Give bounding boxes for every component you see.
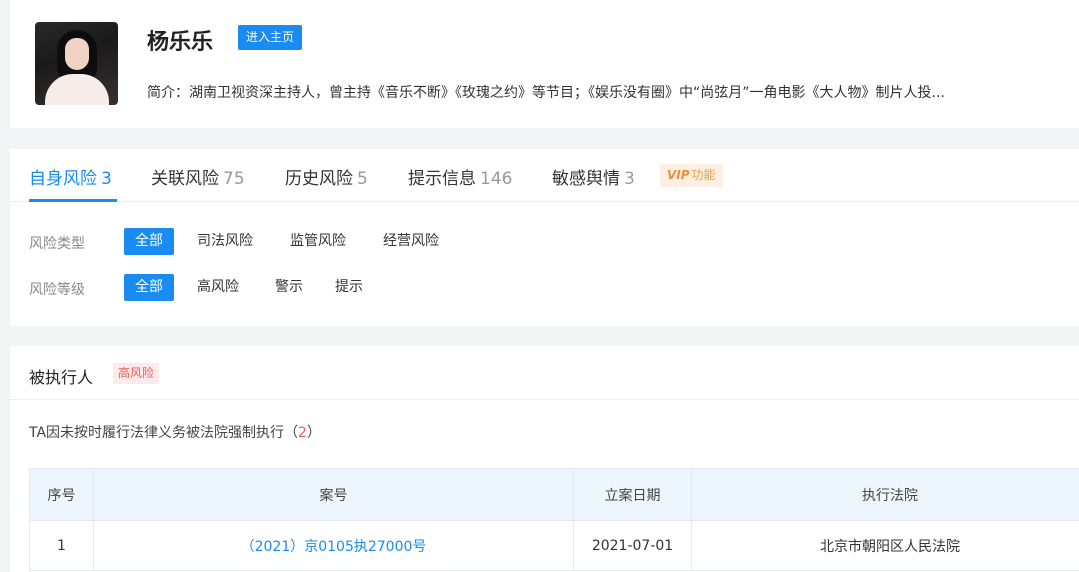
column-header-date: 立案日期 xyxy=(573,468,692,521)
executed-person-header: 被执行人 高风险 xyxy=(10,346,1079,400)
risk-level-notice[interactable]: 提示 xyxy=(324,274,374,301)
tab-related-risk[interactable]: 关联风险 75 xyxy=(151,164,245,189)
tab-self-risk[interactable]: 自身风险 3 xyxy=(29,164,112,189)
vip-label: VIP xyxy=(667,168,690,182)
risk-level-label: 风险等级 xyxy=(29,282,85,298)
tab-count: 3 xyxy=(624,169,635,189)
vip-feature-badge[interactable]: VIP 功能 xyxy=(660,164,723,187)
filing-date: 2021-07-01 xyxy=(573,520,692,571)
tab-count: 3 xyxy=(101,169,112,189)
risk-tabs: 自身风险 3 关联风险 75 历史风险 5 提示信息 146 敏感舆情 3 VIP 功能 xyxy=(10,149,1079,202)
tab-count: 75 xyxy=(223,169,245,189)
count-open-paren: （ xyxy=(284,425,299,441)
tab-label: 历史风险 xyxy=(285,169,353,189)
executed-table: 序号 案号 立案日期 执行法院 1 （2021）京0105执27000号 202… xyxy=(29,468,1079,571)
person-intro: 简介：湖南卫视资深主持人，曾主持《音乐不断》《玫瑰之约》等节目；《娱乐没有圈》中… xyxy=(147,85,945,101)
risk-level-all[interactable]: 全部 xyxy=(124,274,174,301)
risk-type-regulatory[interactable]: 监管风险 xyxy=(279,228,357,255)
table-header-row: 序号 案号 立案日期 执行法院 xyxy=(29,468,1079,521)
tab-label: 提示信息 xyxy=(408,169,476,189)
section-title: 被执行人 xyxy=(29,368,94,387)
high-risk-badge: 高风险 xyxy=(113,363,160,384)
risk-type-operational[interactable]: 经营风险 xyxy=(372,228,450,255)
tab-history-risk[interactable]: 历史风险 5 xyxy=(285,164,368,189)
risk-level-high[interactable]: 高风险 xyxy=(186,274,250,301)
tab-count: 5 xyxy=(357,169,368,189)
executed-count: 2 xyxy=(298,425,307,441)
description-text: TA因未按时履行法律义务被法院强制执行 xyxy=(29,425,285,441)
tab-count: 146 xyxy=(480,169,513,189)
table-row: 1 （2021）京0105执27000号 2021-07-01 北京市朝阳区人民… xyxy=(29,520,1079,571)
case-number-link[interactable]: （2021）京0105执27000号 xyxy=(93,520,574,571)
executing-court: 北京市朝阳区人民法院 xyxy=(691,520,1079,571)
tab-label: 敏感舆情 xyxy=(552,169,620,189)
tab-label: 关联风险 xyxy=(151,169,219,189)
avatar-body xyxy=(45,74,109,105)
executed-description: TA因未按时履行法律义务被法院强制执行（2） xyxy=(29,422,321,442)
tab-sensitive-sentiment[interactable]: 敏感舆情 3 xyxy=(552,164,635,189)
risk-type-judicial[interactable]: 司法风险 xyxy=(186,228,264,255)
column-header-index: 序号 xyxy=(29,468,94,521)
row-index: 1 xyxy=(29,520,94,571)
vip-feature-label: 功能 xyxy=(691,168,716,182)
column-header-case-no: 案号 xyxy=(93,468,574,521)
person-name: 杨乐乐 xyxy=(147,30,214,55)
avatar-face xyxy=(65,38,89,70)
count-close-paren: ） xyxy=(306,425,321,441)
active-tab-indicator xyxy=(29,199,117,202)
enter-homepage-button[interactable]: 进入主页 xyxy=(238,25,303,50)
profile-card: 杨乐乐 进入主页 简介：湖南卫视资深主持人，曾主持《音乐不断》《玫瑰之约》等节目… xyxy=(10,0,1079,128)
column-header-court: 执行法院 xyxy=(691,468,1079,521)
tab-notice-info[interactable]: 提示信息 146 xyxy=(408,164,512,189)
risk-type-label: 风险类型 xyxy=(29,236,85,252)
tab-label: 自身风险 xyxy=(29,169,97,189)
executed-person-card: 被执行人 高风险 TA因未按时履行法律义务被法院强制执行（2） 序号 案号 立案… xyxy=(10,346,1079,572)
avatar[interactable] xyxy=(35,22,118,105)
risk-card: 自身风险 3 关联风险 75 历史风险 5 提示信息 146 敏感舆情 3 VIP 功能 风… xyxy=(10,149,1079,326)
risk-type-all[interactable]: 全部 xyxy=(124,228,174,255)
risk-level-warning[interactable]: 警示 xyxy=(264,274,314,301)
